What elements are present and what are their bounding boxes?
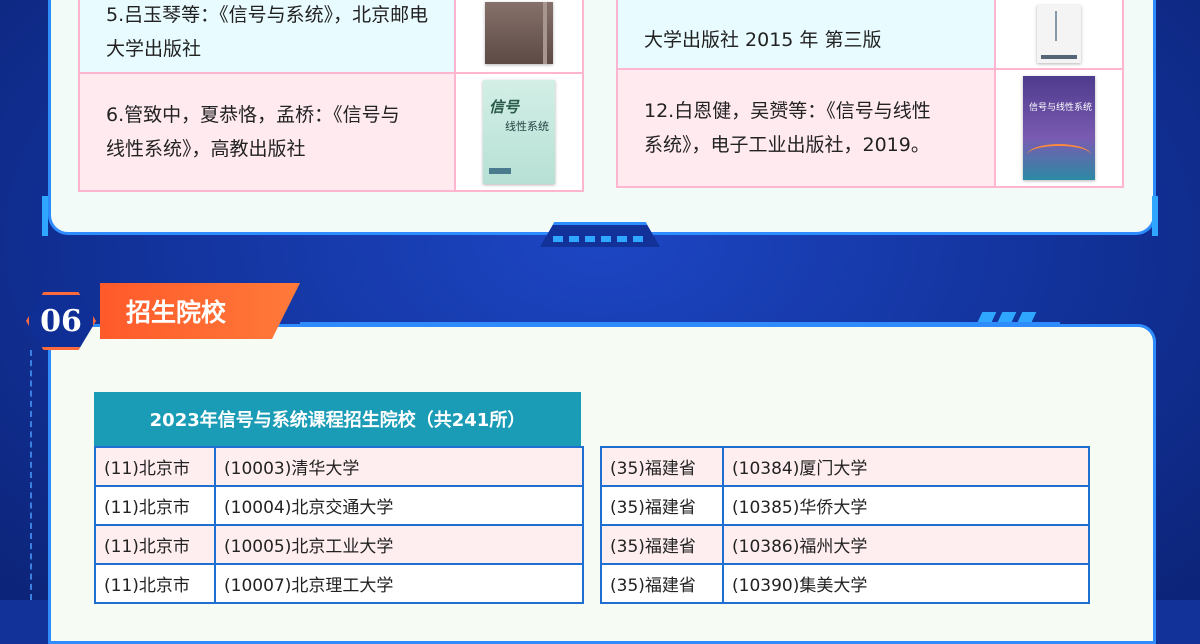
book-entry-5: 5.吕玉琴等：《信号与系统》，北京邮电 大学出版社: [80, 0, 454, 66]
table-row: (35)福建省 (10390)集美大学: [600, 563, 1090, 604]
region-cell: (35)福建省: [600, 446, 724, 487]
region-cell: (35)福建省: [600, 524, 724, 565]
table-row: (11)北京市 (10003)清华大学: [94, 446, 584, 487]
section-title: 招生院校: [100, 283, 300, 339]
purple-book-cover: 信号与线性系统: [1023, 76, 1095, 180]
table-row: (11)北京市 (10005)北京工业大学: [94, 524, 584, 565]
cover-subtitle: 线性系统: [505, 120, 549, 133]
section-decor: [977, 312, 1037, 322]
region-cell: (35)福建省: [600, 485, 724, 526]
book-entry-6: 6.管致中，夏恭恪，孟桥：《信号与 线性系统》，高教出版社: [80, 98, 454, 166]
book-table-left: 5.吕玉琴等：《信号与系统》，北京邮电 大学出版社 6.管致中，夏恭恪，孟桥：《…: [78, 0, 584, 192]
school-cell: (10390)集美大学: [722, 563, 1090, 604]
notch-dots: [553, 236, 643, 242]
school-cell: (10003)清华大学: [214, 446, 584, 487]
dashed-guide: [30, 350, 32, 600]
school-table-right: (35)福建省 (10384)厦门大学 (35)福建省 (10385)华侨大学 (3…: [600, 446, 1090, 604]
book-entry-line: 5.吕玉琴等：《信号与系统》，北京邮电: [106, 4, 429, 26]
dark-book-cover: [485, 2, 553, 64]
region-cell: (11)北京市: [94, 485, 216, 526]
green-book-cover: 信号 线性系统: [483, 80, 555, 184]
region-cell: (11)北京市: [94, 446, 216, 487]
panel-notch: [540, 222, 660, 247]
panel-accent-right: [1152, 196, 1158, 236]
table-row: (35)福建省 (10386)福州大学: [600, 524, 1090, 565]
section-rule: [300, 322, 1060, 325]
school-cell: (10004)北京交通大学: [214, 485, 584, 526]
book-entry-line: 大学出版社: [106, 38, 202, 60]
table-row: (11)北京市 (10004)北京交通大学: [94, 485, 584, 526]
cover-title: 信号: [489, 98, 520, 116]
book-entry-12: 12.白恩健，吴赟等：《信号与线性 系统》，电子工业出版社，2019。: [618, 94, 994, 162]
panel-accent-left: [42, 196, 48, 236]
region-cell: (11)北京市: [94, 524, 216, 565]
book-entry-line: 线性系统》，高教出版社: [106, 138, 306, 160]
table-row: (35)福建省 (10384)厦门大学: [600, 446, 1090, 487]
region-cell: (11)北京市: [94, 563, 216, 604]
region-cell: (35)福建省: [600, 563, 724, 604]
book-entry-line: 系统》，电子工业出版社，2019。: [644, 134, 930, 156]
cover-title: 信号与线性系统: [1029, 103, 1093, 113]
school-cell: (10386)福州大学: [722, 524, 1090, 565]
school-cell: (10005)北京工业大学: [214, 524, 584, 565]
table-row: (11)北京市 (10007)北京理工大学: [94, 563, 584, 604]
book-entry-line: 大学出版社 2015 年 第三版: [644, 29, 882, 51]
book-table-right: 大学出版社 2015 年 第三版 12.白恩健，吴赟等：《信号与线性 系统》，电…: [616, 0, 1124, 188]
school-cell: (10384)厦门大学: [722, 446, 1090, 487]
school-table-left: (11)北京市 (10003)清华大学 (11)北京市 (10004)北京交通大学 …: [94, 446, 584, 604]
school-list-title: 2023年信号与系统课程招生院校（共241所）: [94, 392, 581, 446]
book-entry-line: 6.管致中，夏恭恪，孟桥：《信号与: [106, 104, 400, 126]
school-cell: (10385)华侨大学: [722, 485, 1090, 526]
book-entry-11: 大学出版社 2015 年 第三版: [618, 0, 994, 57]
table-row: (35)福建省 (10385)华侨大学: [600, 485, 1090, 526]
white-book-cover: [1037, 5, 1081, 63]
school-cell: (10007)北京理工大学: [214, 563, 584, 604]
book-entry-line: 12.白恩健，吴赟等：《信号与线性: [644, 100, 931, 122]
